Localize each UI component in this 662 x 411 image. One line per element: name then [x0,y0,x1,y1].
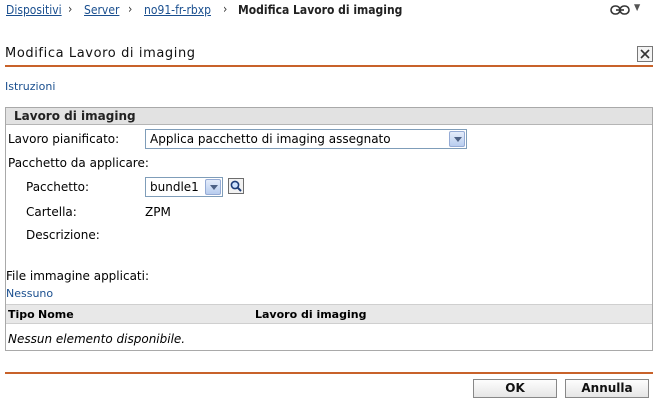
footer-divider [5,372,653,374]
breadcrumb-link-device[interactable]: no91-fr-rbxp [144,3,211,17]
column-header-type[interactable]: Tipo [8,308,35,321]
applied-images-value[interactable]: Nessuno [6,287,53,300]
dropdown-arrow-icon[interactable]: ▼ [634,3,640,13]
section-title: Lavoro di imaging [14,109,136,123]
cancel-button[interactable]: Annulla [565,379,649,398]
title-divider [5,65,653,67]
bundle-to-apply-label: Pacchetto da applicare: [8,156,149,170]
applied-images-label: File immagine applicati: [6,269,150,283]
chevron-down-icon[interactable] [205,179,221,195]
section-header: Lavoro di imaging [6,108,652,125]
breadcrumb-separator: › [223,2,228,16]
breadcrumb-current: Modifica Lavoro di imaging [238,3,403,17]
link-icon[interactable] [610,4,630,16]
chevron-down-icon[interactable] [449,131,465,147]
table-header: Tipo Nome Lavoro di imaging [6,304,652,324]
close-icon[interactable] [637,46,653,62]
instructions-link[interactable]: Istruzioni [5,80,55,93]
breadcrumb-link-server[interactable]: Server [84,3,119,17]
page-title: Modifica Lavoro di imaging [5,46,196,61]
search-icon[interactable] [228,178,244,194]
imaging-job-section: Lavoro di imaging Lavoro pianificato: Ap… [5,107,653,351]
description-label: Descrizione: [26,228,100,242]
bundle-select[interactable]: bundle1 [145,177,223,197]
ok-button[interactable]: OK [473,379,557,398]
table-empty-message: Nessun elemento disponibile. [8,332,186,346]
breadcrumb-separator: › [128,2,133,16]
breadcrumb-separator: › [68,2,73,16]
folder-label: Cartella: [26,205,77,219]
bundle-label: Pacchetto: [26,180,90,194]
folder-value: ZPM [145,205,171,219]
breadcrumb-link-dispositivi[interactable]: Dispositivi [6,3,62,17]
scheduled-job-label: Lavoro pianificato: [8,132,120,146]
scheduled-job-value: Applica pacchetto di imaging assegnato [150,132,391,146]
column-header-imaging-job[interactable]: Lavoro di imaging [255,308,366,321]
column-header-name[interactable]: Nome [38,308,74,321]
scheduled-job-select[interactable]: Applica pacchetto di imaging assegnato [145,129,467,149]
bundle-value: bundle1 [150,180,199,194]
breadcrumb: Dispositivi › Server › no91-fr-rbxp › Mo… [0,0,662,22]
